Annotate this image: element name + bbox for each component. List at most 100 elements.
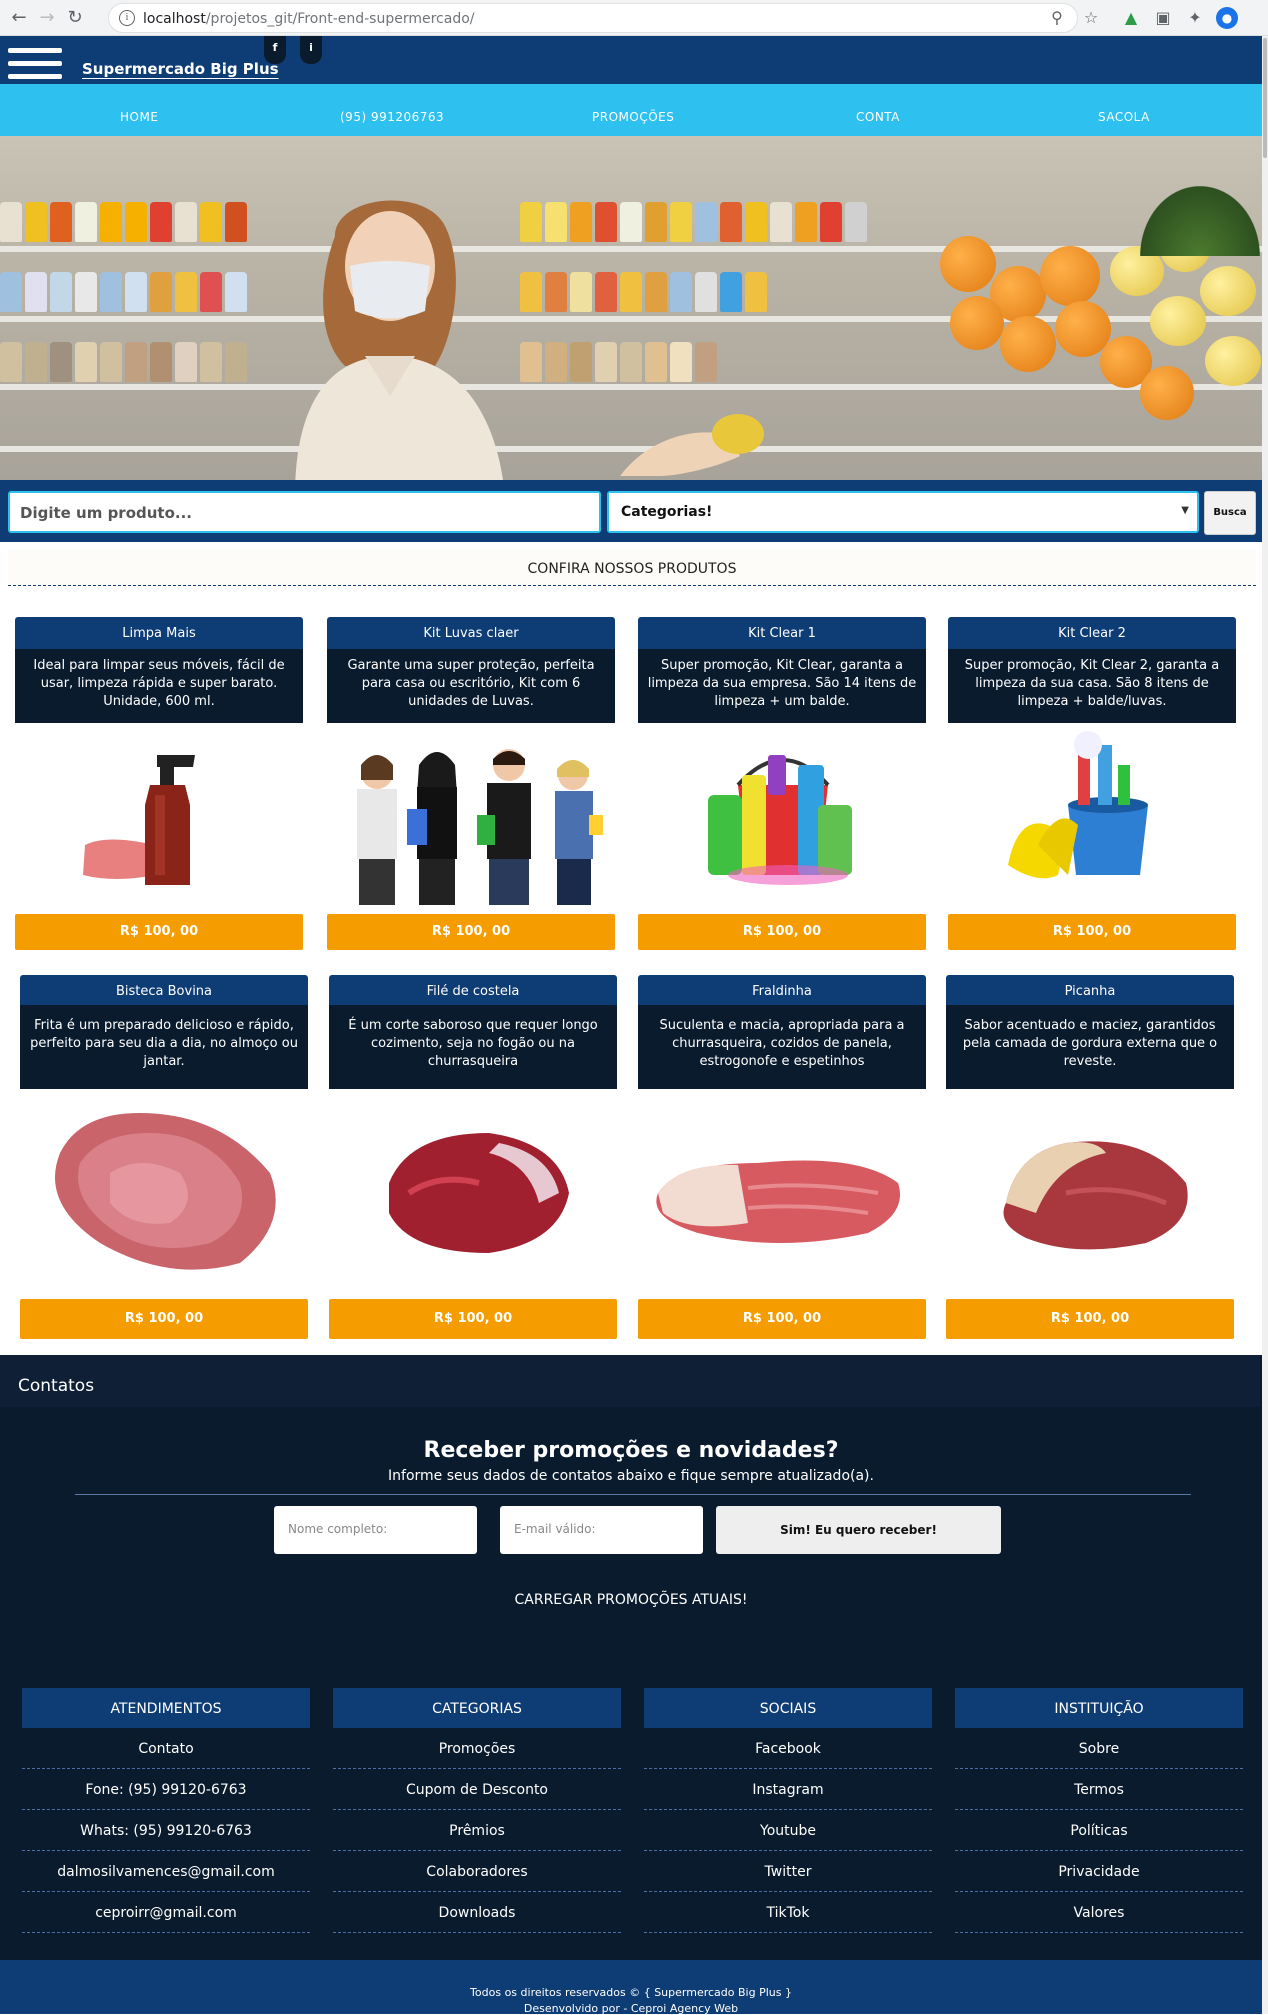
footer-link[interactable]: Sobre bbox=[955, 1728, 1243, 1769]
product-card: Limpa Mais Ideal para limpar seus móveis… bbox=[15, 617, 303, 952]
nav-phone[interactable]: (95) 991206763 bbox=[340, 110, 444, 124]
product-card: Bisteca Bovina Frita é um preparado deli… bbox=[20, 975, 308, 1342]
site-info-icon[interactable]: i bbox=[119, 10, 135, 26]
facebook-icon[interactable]: f bbox=[264, 36, 286, 64]
footer-link[interactable]: Privacidade bbox=[955, 1851, 1243, 1892]
developer-credit: Desenvolvido por - Ceproi Agency Web bbox=[523, 2002, 739, 2015]
scrollbar-thumb[interactable] bbox=[1263, 38, 1267, 158]
product-price-button[interactable]: R$ 100, 00 bbox=[329, 1299, 617, 1339]
product-card: Kit Clear 1 Super promoção, Kit Clear, g… bbox=[638, 617, 926, 952]
footer-link[interactable]: Youtube bbox=[644, 1810, 932, 1851]
footer-link[interactable]: Valores bbox=[955, 1892, 1243, 1933]
name-input[interactable]: Nome completo: bbox=[274, 1506, 477, 1554]
contacts-bar bbox=[0, 1355, 1260, 1407]
email-input[interactable]: E-mail válido: bbox=[500, 1506, 703, 1554]
footer-column-title: ATENDIMENTOS bbox=[22, 1688, 310, 1728]
puzzle-icon[interactable]: ✦ bbox=[1184, 7, 1206, 29]
forward-arrow-icon[interactable]: → bbox=[34, 5, 60, 31]
copyright-text: Todos os direitos reservados © { Superme… bbox=[470, 1986, 792, 1999]
cleaning-team-icon bbox=[357, 749, 603, 905]
picanha-icon bbox=[1003, 1141, 1188, 1250]
back-arrow-icon[interactable]: ← bbox=[6, 5, 32, 31]
product-price-button[interactable]: R$ 100, 00 bbox=[638, 914, 926, 950]
product-price-button[interactable]: R$ 100, 00 bbox=[20, 1299, 308, 1339]
chevron-down-icon: ▼ bbox=[1181, 505, 1189, 516]
search-button[interactable]: Busca bbox=[1204, 491, 1256, 535]
footer-link[interactable]: Downloads bbox=[333, 1892, 621, 1933]
product-price-button[interactable]: R$ 100, 00 bbox=[948, 914, 1236, 950]
footer-column-title: INSTITUIÇÃO bbox=[955, 1688, 1243, 1728]
nav-sacola[interactable]: SACOLA bbox=[1098, 110, 1150, 124]
footer-link[interactable]: Cupom de Desconto bbox=[333, 1769, 621, 1810]
product-name: Kit Clear 1 bbox=[638, 617, 926, 649]
product-description: Frita é um preparado delicioso e rápido,… bbox=[20, 1005, 308, 1089]
product-description: É um corte saboroso que requer longo coz… bbox=[329, 1005, 617, 1089]
products-section-title: CONFIRA NOSSOS PRODUTOS bbox=[8, 550, 1256, 586]
footer-link[interactable]: ceproirr@gmail.com bbox=[22, 1892, 310, 1933]
footer-column-categorias: CATEGORIAS Promoções Cupom de Desconto P… bbox=[333, 1688, 621, 1933]
product-description: Garante uma super proteção, perfeita par… bbox=[327, 649, 615, 723]
star-icon[interactable]: ☆ bbox=[1080, 7, 1102, 29]
footer-link[interactable]: Fone: (95) 99120-6763 bbox=[22, 1769, 310, 1810]
product-name: Picanha bbox=[946, 975, 1234, 1005]
footer-link[interactable]: Whats: (95) 99120-6763 bbox=[22, 1810, 310, 1851]
bucket-gloves-icon bbox=[1008, 731, 1148, 879]
footer-link[interactable]: Instagram bbox=[644, 1769, 932, 1810]
footer-link[interactable]: Políticas bbox=[955, 1810, 1243, 1851]
product-price-button[interactable]: R$ 100, 00 bbox=[946, 1299, 1234, 1339]
footer-link[interactable]: TikTok bbox=[644, 1892, 932, 1933]
address-bar[interactable]: i localhost/projetos_git/Front-end-super… bbox=[108, 3, 1078, 33]
promo-subtitle: Informe seus dados de contatos abaixo e … bbox=[388, 1468, 874, 1484]
footer-link[interactable]: dalmosilvamences@gmail.com bbox=[22, 1851, 310, 1892]
nav-home[interactable]: HOME bbox=[120, 110, 158, 124]
profile-avatar-icon[interactable]: ● bbox=[1216, 7, 1238, 29]
footer-column-title: CATEGORIAS bbox=[333, 1688, 621, 1728]
product-card: Kit Luvas claer Garante uma super proteç… bbox=[327, 617, 615, 952]
product-description: Suculenta e macia, apropriada para a chu… bbox=[638, 1005, 926, 1089]
nav-conta[interactable]: CONTA bbox=[856, 110, 900, 124]
reload-icon[interactable]: ↻ bbox=[62, 5, 88, 31]
spray-bottle-icon bbox=[83, 755, 195, 885]
footer-link[interactable]: Colaboradores bbox=[333, 1851, 621, 1892]
promo-title: Receber promoções e novidades? bbox=[423, 1438, 839, 1463]
footer-column-atendimentos: ATENDIMENTOS Contato Fone: (95) 99120-67… bbox=[22, 1688, 310, 1933]
footer-link[interactable]: Twitter bbox=[644, 1851, 932, 1892]
nav-promocoes[interactable]: PROMOÇÕES bbox=[592, 110, 674, 124]
product-card: Filé de costela É um corte saboroso que … bbox=[329, 975, 617, 1342]
zoom-icon[interactable]: ⚲ bbox=[1046, 7, 1068, 29]
extension-mountain-icon[interactable]: ▲ bbox=[1120, 7, 1142, 29]
product-price-button[interactable]: R$ 100, 00 bbox=[327, 914, 615, 950]
footer-link[interactable]: Termos bbox=[955, 1769, 1243, 1810]
steak-icon bbox=[55, 1113, 276, 1270]
rib-meat-icon bbox=[389, 1133, 569, 1253]
footer-link[interactable]: Contato bbox=[22, 1728, 310, 1769]
scrollbar[interactable] bbox=[1262, 36, 1268, 2014]
product-description: Ideal para limpar seus móveis, fácil de … bbox=[15, 649, 303, 723]
product-description: Sabor acentuado e maciez, garantidos pel… bbox=[946, 1005, 1234, 1089]
product-description: Super promoção, Kit Clear 2, garanta a l… bbox=[948, 649, 1236, 723]
product-card: Picanha Sabor acentuado e maciez, garant… bbox=[946, 975, 1234, 1342]
divider bbox=[75, 1494, 1191, 1495]
screen-capture-icon[interactable]: ▣ bbox=[1152, 7, 1174, 29]
footer-column-title: SOCIAIS bbox=[644, 1688, 932, 1728]
footer-link[interactable]: Prêmios bbox=[333, 1810, 621, 1851]
url-text: localhost/projetos_git/Front-end-superme… bbox=[143, 11, 475, 27]
subscribe-button[interactable]: Sim! Eu quero receber! bbox=[716, 1506, 1001, 1554]
product-name: Kit Clear 2 bbox=[948, 617, 1236, 649]
hand-lemon-icon bbox=[620, 414, 764, 476]
product-description: Super promoção, Kit Clear, garanta a lim… bbox=[638, 649, 926, 723]
footer-link[interactable]: Facebook bbox=[644, 1728, 932, 1769]
instagram-icon[interactable]: i bbox=[300, 36, 322, 64]
category-select[interactable]: Categorias! ▼ bbox=[607, 491, 1199, 533]
woman-shopper-icon bbox=[295, 200, 503, 480]
footer-link[interactable]: Promoções bbox=[333, 1728, 621, 1769]
product-name: Filé de costela bbox=[329, 975, 617, 1005]
product-card: Fraldinha Suculenta e macia, apropriada … bbox=[638, 975, 926, 1342]
load-promotions-link[interactable]: CARREGAR PROMOÇÕES ATUAIS! bbox=[0, 1592, 1262, 1608]
flank-meat-icon bbox=[656, 1160, 900, 1243]
product-price-button[interactable]: R$ 100, 00 bbox=[15, 914, 303, 950]
search-input[interactable]: Digite um produto... bbox=[8, 491, 601, 533]
browser-toolbar: ← → ↻ i localhost/projetos_git/Front-end… bbox=[0, 0, 1268, 36]
product-price-button[interactable]: R$ 100, 00 bbox=[638, 1299, 926, 1339]
site-logo[interactable]: Supermercado Big Plus bbox=[82, 60, 279, 78]
